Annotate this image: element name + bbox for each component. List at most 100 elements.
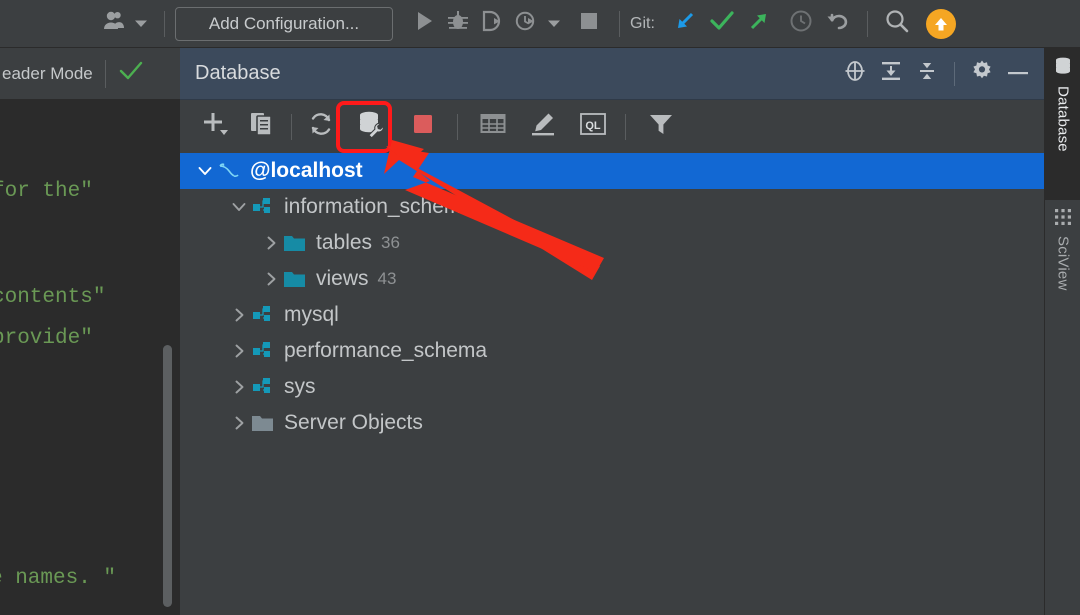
search-everywhere-button[interactable]: [878, 4, 916, 44]
schema-icon: [250, 377, 276, 397]
open-table-editor-button[interactable]: [473, 107, 513, 147]
expand-all-icon: [880, 60, 902, 87]
ql-console-icon: QL: [579, 112, 607, 141]
git-history-button[interactable]: [783, 4, 819, 44]
git-update-project-button[interactable]: [667, 4, 703, 44]
schema-icon: [250, 305, 276, 325]
git-rollback-button[interactable]: [819, 4, 857, 44]
data-source-properties-button[interactable]: [351, 107, 391, 147]
minimize-icon: [1006, 65, 1030, 83]
filter-button[interactable]: [641, 107, 681, 147]
arrow-down-left-icon: [673, 9, 697, 38]
svg-text:QL: QL: [585, 120, 601, 132]
code-line: for the": [0, 180, 93, 203]
tree-item-server-objects[interactable]: Server Objects: [180, 405, 1044, 441]
collapse-all-button[interactable]: [909, 56, 945, 92]
chevron-right-icon[interactable]: [260, 271, 282, 287]
duplicate-button[interactable]: [242, 107, 282, 147]
play-icon: [415, 10, 435, 37]
folder-gray-icon: [250, 413, 276, 433]
refresh-icon: [308, 111, 334, 142]
table-grid-icon: [480, 113, 506, 140]
hide-button[interactable]: [1000, 56, 1036, 92]
tree-item-label: mysql: [284, 303, 339, 327]
database-panel-header: Database: [180, 48, 1044, 100]
database-tool-window: Database: [180, 48, 1044, 615]
schema-icon: [250, 341, 276, 361]
chevron-right-icon[interactable]: [228, 343, 250, 359]
database-tree: @localhost information_schema: [180, 153, 1044, 615]
tree-item-mysql[interactable]: mysql: [180, 297, 1044, 333]
chevron-right-icon[interactable]: [228, 379, 250, 395]
toolbar-divider: [457, 114, 458, 140]
database-wrench-icon: [356, 110, 386, 143]
toolbar-left-spacer: [0, 23, 96, 24]
sidebar-tab-sciview[interactable]: SciView: [1045, 200, 1080, 340]
tree-item-label: sys: [284, 375, 316, 399]
page-title: Database: [195, 62, 281, 85]
arrow-up-circle-icon: [926, 9, 956, 39]
toolbar-divider-3: [867, 11, 868, 37]
tree-item-information-schema[interactable]: information_schema: [180, 189, 1044, 225]
search-icon: [884, 8, 910, 39]
check-icon[interactable]: [118, 60, 144, 87]
refresh-button[interactable]: [301, 107, 341, 147]
jump-to-query-console-button[interactable]: QL: [573, 107, 613, 147]
git-push-button[interactable]: [741, 4, 777, 44]
chevron-down-icon[interactable]: [194, 163, 216, 179]
pencil-icon: [530, 111, 556, 142]
chevron-down-icon: [547, 15, 561, 33]
new-data-source-button[interactable]: [196, 107, 236, 147]
clock-icon: [789, 9, 813, 38]
arrow-up-right-icon: [747, 9, 771, 38]
chevron-right-icon[interactable]: [228, 307, 250, 323]
reader-mode-divider: [105, 60, 106, 88]
tree-item-label: tables: [316, 231, 372, 255]
modify-object-button[interactable]: [523, 107, 563, 147]
update-available-button[interactable]: [920, 4, 962, 44]
copy-icon: [249, 111, 275, 142]
toolbar-divider-2: [619, 11, 620, 37]
right-tool-sidebar: Database SciView: [1044, 48, 1080, 615]
git-commit-button[interactable]: [703, 4, 741, 44]
main-toolbar: Add Configuration...: [0, 0, 1080, 48]
plus-dropdown-icon: [202, 111, 230, 142]
editor-vertical-scrollbar[interactable]: [163, 345, 172, 607]
git-label: Git:: [630, 15, 655, 33]
tree-item-label: @localhost: [250, 159, 363, 183]
scroll-from-source-button[interactable]: [837, 56, 873, 92]
stop-button[interactable]: [573, 4, 605, 44]
expand-all-button[interactable]: [873, 56, 909, 92]
run-button[interactable]: [409, 4, 441, 44]
stop-square-icon: [579, 11, 599, 36]
bug-icon: [447, 10, 469, 37]
sidebar-tab-database[interactable]: Database: [1045, 48, 1080, 200]
code-line: provide": [0, 327, 93, 350]
profile-dropdown[interactable]: [543, 4, 565, 44]
tree-item-label: views: [316, 267, 369, 291]
tree-item-tables[interactable]: tables 36: [180, 225, 1044, 261]
tree-item-performance-schema[interactable]: performance_schema: [180, 333, 1044, 369]
chevron-right-icon[interactable]: [228, 415, 250, 431]
mysql-dolphin-icon: [216, 160, 242, 182]
users-icon: [102, 10, 128, 37]
tree-item-views[interactable]: views 43: [180, 261, 1044, 297]
tree-item-localhost[interactable]: @localhost: [180, 153, 1044, 189]
stop-refresh-button[interactable]: [403, 107, 443, 147]
sidebar-tab-label: Database: [1055, 86, 1072, 152]
collapse-all-icon: [916, 60, 938, 87]
run-with-coverage-button[interactable]: [475, 4, 509, 44]
database-toolbar: QL: [180, 100, 1044, 153]
profile-button[interactable]: [509, 4, 543, 44]
chevron-down-icon[interactable]: [228, 199, 250, 215]
funnel-icon: [648, 112, 674, 141]
tree-item-sys[interactable]: sys: [180, 369, 1044, 405]
settings-button[interactable]: [964, 56, 1000, 92]
run-configuration-selector[interactable]: Add Configuration...: [175, 7, 393, 41]
avatar-menu[interactable]: [96, 4, 154, 44]
debug-button[interactable]: [441, 4, 475, 44]
folder-teal-icon: [282, 269, 308, 289]
gear-icon: [970, 59, 994, 88]
tree-item-label: Server Objects: [284, 411, 423, 435]
chevron-right-icon[interactable]: [260, 235, 282, 251]
